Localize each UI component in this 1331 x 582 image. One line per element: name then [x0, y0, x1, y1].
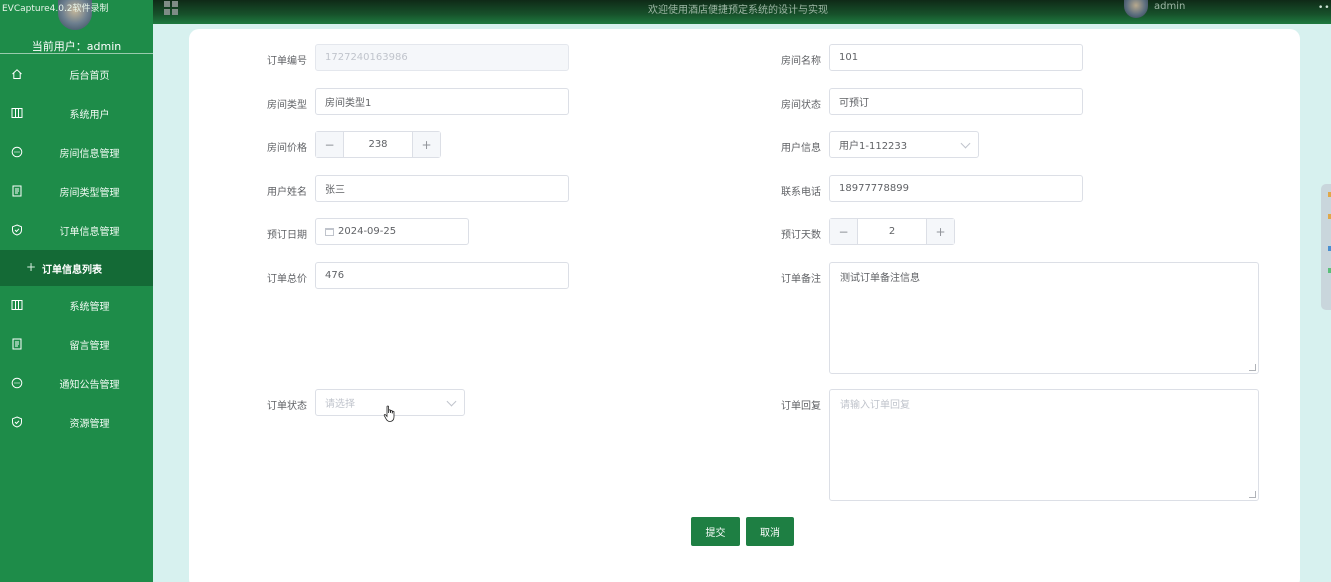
user-name-value: 张三	[325, 185, 345, 196]
sidebar-item-system-users[interactable]: 系统用户	[0, 95, 153, 131]
phone-value: 18977778899	[839, 183, 909, 194]
sidebar-item-label: 系统用户	[69, 110, 110, 121]
calendar-icon	[325, 227, 334, 236]
reply-label: 订单回复	[781, 401, 821, 412]
user-info-select[interactable]: 用户1-112233	[829, 131, 979, 158]
sidebar-item-order-list[interactable]: + 订单信息列表	[0, 250, 153, 286]
user-name-field[interactable]: 张三	[315, 175, 569, 202]
room-price-increase-button[interactable]: +	[412, 132, 440, 157]
sidebar-item-room-type[interactable]: 房间类型管理	[0, 173, 153, 209]
chat-icon	[11, 377, 23, 389]
user-info-label: 用户信息	[781, 143, 821, 154]
recorder-watermark: EVCapture4.0.2软件录制	[2, 4, 109, 14]
user-name-label: 用户姓名	[267, 187, 307, 198]
sidebar-item-order-info[interactable]: 订单信息管理	[0, 212, 153, 248]
sidebar-item-label: 订单信息列表	[42, 265, 102, 276]
shield-icon	[12, 416, 22, 428]
top-bar: 欢迎使用酒店便捷预定系统的设计与实现 admin ••	[0, 0, 1331, 24]
total-price-label: 订单总价	[267, 274, 307, 285]
sidebar-item-room-info[interactable]: 房间信息管理	[0, 134, 153, 170]
sidebar: 当前用户：admin 后台首页 系统用户 房间信息管理 房间类型管理 订单信息管…	[0, 0, 153, 582]
phone-field[interactable]: 18977778899	[829, 175, 1083, 202]
room-name-value: 101	[839, 52, 859, 63]
chat-icon	[11, 146, 23, 158]
sidebar-item-label: 房间类型管理	[59, 188, 120, 199]
order-no-value: 1727240163986	[325, 52, 408, 63]
submit-button[interactable]: 提交	[691, 517, 740, 546]
sidebar-item-label: 订单信息管理	[59, 227, 120, 238]
more-icon[interactable]: ••	[1318, 3, 1331, 13]
remark-label: 订单备注	[781, 274, 821, 285]
sidebar-item-messages[interactable]: 留言管理	[0, 326, 153, 362]
room-name-field[interactable]: 101	[829, 44, 1083, 71]
remark-textarea[interactable]: 测试订单备注信息	[829, 262, 1259, 374]
book-days-decrease-button[interactable]: −	[830, 219, 858, 244]
remark-value: 测试订单备注信息	[840, 273, 920, 284]
sidebar-item-label: 通知公告管理	[59, 380, 120, 391]
room-status-label: 房间状态	[781, 100, 821, 111]
sidebar-item-system-manage[interactable]: 系统管理	[0, 287, 153, 323]
sidebar-item-home[interactable]: 后台首页	[0, 56, 153, 92]
top-avatar[interactable]	[1124, 0, 1148, 18]
room-price-stepper: − 238 +	[315, 131, 441, 158]
order-status-placeholder: 请选择	[325, 399, 355, 410]
top-username[interactable]: admin	[1154, 1, 1185, 12]
book-days-label: 预订天数	[781, 230, 821, 241]
book-date-value: 2024-09-25	[338, 226, 397, 237]
room-type-label: 房间类型	[267, 100, 307, 111]
book-date-label: 预订日期	[267, 230, 307, 241]
order-no-field: 1727240163986	[315, 44, 569, 71]
document-icon	[12, 185, 22, 197]
columns-icon	[11, 108, 23, 118]
cancel-button[interactable]: 取消	[746, 517, 794, 546]
sidebar-divider	[0, 53, 153, 54]
order-status-label: 订单状态	[267, 401, 307, 412]
user-info-value: 用户1-112233	[839, 141, 908, 152]
resize-handle-icon[interactable]	[1249, 364, 1256, 371]
menu-toggle-icon[interactable]	[164, 1, 178, 15]
book-days-stepper: − 2 +	[829, 218, 955, 245]
sidebar-item-label: 留言管理	[69, 341, 110, 352]
reply-textarea[interactable]: 请输入订单回复	[829, 389, 1259, 501]
sidebar-item-label: 房间信息管理	[59, 149, 120, 160]
room-name-label: 房间名称	[781, 56, 821, 67]
home-icon	[12, 69, 22, 79]
room-price-value[interactable]: 238	[344, 132, 412, 157]
sidebar-item-notices[interactable]: 通知公告管理	[0, 365, 153, 401]
shield-icon	[12, 224, 22, 236]
room-price-label: 房间价格	[267, 143, 307, 154]
reply-placeholder: 请输入订单回复	[840, 400, 910, 411]
book-days-value[interactable]: 2	[858, 219, 926, 244]
columns-icon	[11, 300, 23, 310]
book-days-increase-button[interactable]: +	[926, 219, 954, 244]
chevron-down-icon	[960, 138, 971, 149]
resize-handle-icon[interactable]	[1249, 491, 1256, 498]
order-no-label: 订单编号	[267, 56, 307, 67]
plus-icon: +	[26, 260, 37, 274]
chevron-down-icon	[446, 396, 457, 407]
room-price-decrease-button[interactable]: −	[316, 132, 344, 157]
total-price-value: 476	[325, 270, 345, 281]
hand-cursor-icon	[383, 405, 395, 422]
room-status-field[interactable]: 可预订	[829, 88, 1083, 115]
document-icon	[12, 338, 22, 350]
site-title: 欢迎使用酒店便捷预定系统的设计与实现	[648, 5, 828, 16]
sidebar-item-label: 资源管理	[69, 419, 110, 430]
phone-label: 联系电话	[781, 187, 821, 198]
sidebar-item-label: 后台首页	[69, 71, 110, 82]
floating-side-widget[interactable]	[1321, 184, 1331, 310]
sidebar-item-resources[interactable]: 资源管理	[0, 404, 153, 440]
current-user: 当前用户：admin	[31, 40, 122, 53]
room-type-value: 房间类型1	[325, 98, 372, 109]
sidebar-item-label: 系统管理	[69, 302, 110, 313]
room-status-value: 可预订	[839, 98, 869, 109]
book-date-picker[interactable]: 2024-09-25	[315, 218, 469, 245]
room-type-field[interactable]: 房间类型1	[315, 88, 569, 115]
total-price-field[interactable]: 476	[315, 262, 569, 289]
